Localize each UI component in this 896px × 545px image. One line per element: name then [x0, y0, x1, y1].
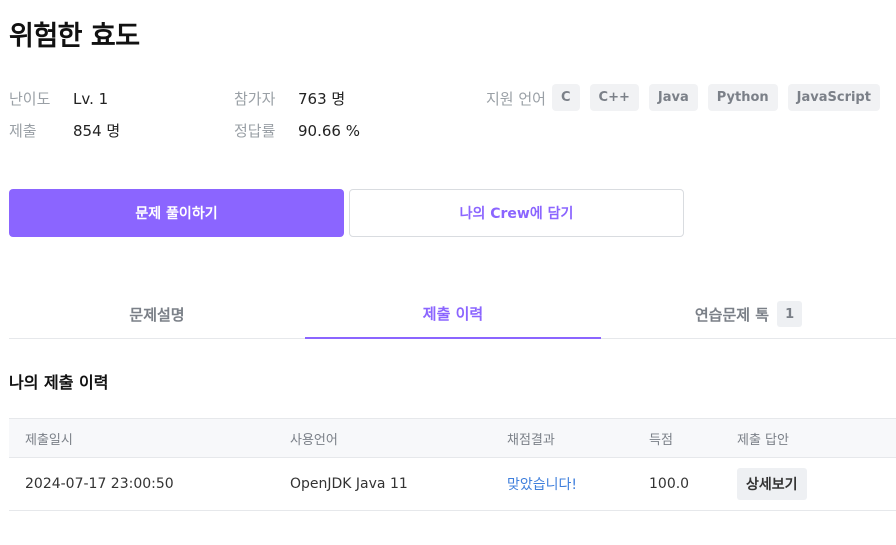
column-answer: 제출 답안	[737, 432, 789, 448]
language-tag-javascript: JavaScript	[787, 84, 880, 111]
tab-submission-history-label: 제출 이력	[422, 305, 484, 323]
difficulty-row: 난이도 Lv. 1	[9, 88, 108, 109]
language-tag-python: Python	[707, 84, 778, 111]
language-tag-cpp: C++	[589, 84, 639, 111]
accuracy-row: 정답률 90.66 %	[234, 120, 360, 141]
participants-label: 참가자	[234, 90, 276, 108]
submissions-label: 제출	[9, 122, 37, 140]
detail-cell: 상세보기	[737, 458, 807, 510]
language-tags: C C++ Java Python JavaScript	[552, 84, 880, 111]
history-title: 나의 제출 이력	[9, 373, 109, 392]
tab-talk-label: 연습문제 톡	[694, 305, 770, 324]
column-language: 사용언어	[290, 432, 338, 448]
submission-score: 100.0	[649, 476, 690, 492]
submissions-value: 854 명	[73, 122, 121, 140]
table-row: 2024-07-17 23:00:50 OpenJDK Java 11 맞았습니…	[9, 458, 896, 511]
difficulty-label: 난이도	[9, 90, 51, 108]
column-score: 득점	[649, 432, 673, 448]
language-tag-java: Java	[648, 84, 698, 111]
submission-result: 맞았습니다!	[507, 477, 578, 493]
column-datetime: 제출일시	[25, 432, 73, 448]
difficulty-value: Lv. 1	[73, 89, 109, 108]
tab-bar: 문제설명 제출 이력 연습문제 톡 1	[9, 290, 896, 339]
accuracy-label: 정답률	[234, 122, 276, 140]
submission-table: 제출일시 사용언어 채점결과 득점 제출 답안 2024-07-17 23:00…	[9, 418, 896, 511]
add-to-crew-button[interactable]: 나의 Crew에 담기	[349, 189, 684, 237]
view-detail-button[interactable]: 상세보기	[737, 468, 807, 500]
tab-talk[interactable]: 연습문제 톡 1	[601, 290, 896, 338]
page-title: 위험한 효도	[9, 21, 140, 52]
participants-row: 참가자 763 명	[234, 88, 345, 109]
submission-datetime: 2024-07-17 23:00:50	[25, 476, 174, 492]
tab-description[interactable]: 문제설명	[9, 290, 305, 338]
language-tag-c: C	[552, 84, 580, 111]
submissions-row: 제출 854 명	[9, 120, 120, 141]
tab-description-label: 문제설명	[129, 305, 185, 324]
languages-label: 지원 언어	[486, 90, 546, 108]
solve-problem-button[interactable]: 문제 풀이하기	[9, 189, 344, 237]
column-result: 채점결과	[507, 432, 555, 448]
participants-value: 763 명	[298, 90, 346, 108]
accuracy-value: 90.66 %	[298, 121, 360, 140]
tab-submission-history[interactable]: 제출 이력	[305, 290, 601, 339]
talk-count-badge: 1	[777, 301, 803, 327]
submission-language: OpenJDK Java 11	[290, 476, 408, 492]
table-header: 제출일시 사용언어 채점결과 득점 제출 답안	[9, 418, 896, 458]
